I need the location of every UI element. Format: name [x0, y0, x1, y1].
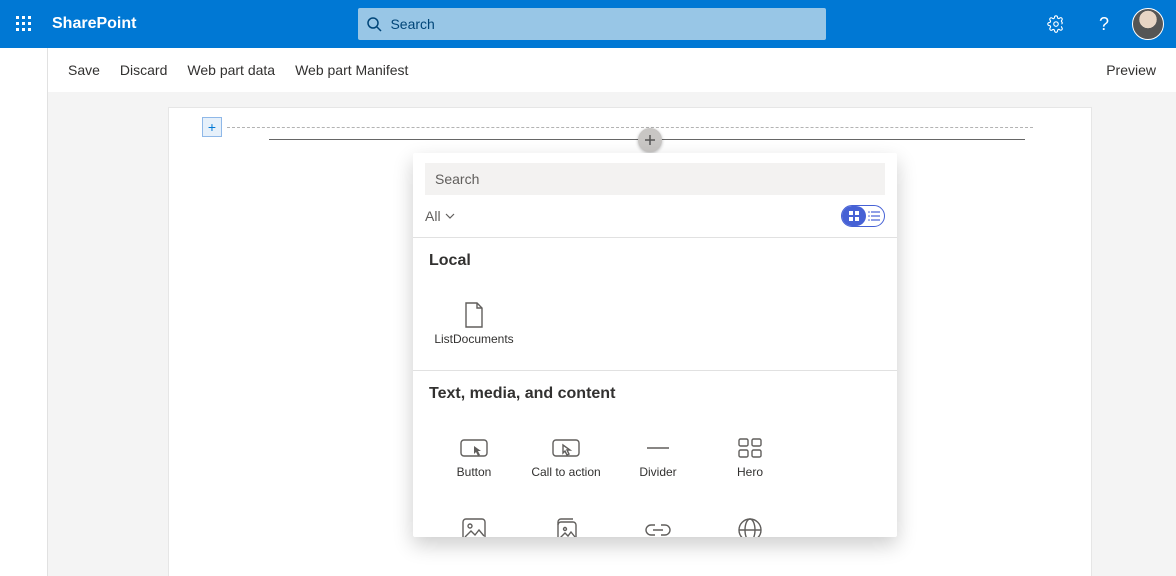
webpart-manifest-button[interactable]: Web part Manifest — [295, 62, 408, 78]
webpart-cta[interactable]: Call to action — [521, 415, 611, 495]
filter-label: All — [425, 208, 441, 224]
group-title: Text, media, and content — [429, 385, 881, 403]
toolbox-search-input[interactable] — [425, 163, 885, 195]
toolbox-filter-dropdown[interactable]: All — [425, 208, 455, 224]
canvas-area: + All Loca — [48, 92, 1176, 576]
grid-view-icon — [842, 206, 866, 226]
suite-search[interactable] — [358, 8, 826, 40]
toolbox-search — [425, 163, 885, 195]
link-icon — [644, 513, 672, 537]
avatar[interactable] — [1132, 8, 1164, 40]
webpart-button[interactable]: Button — [429, 415, 519, 495]
list-view-icon — [868, 209, 880, 227]
webpart-link[interactable]: Link — [613, 497, 703, 537]
suite-search-input[interactable] — [390, 16, 818, 32]
divider-icon — [645, 431, 671, 465]
webpart-listdocuments[interactable]: ListDocuments — [429, 282, 519, 362]
settings-icon[interactable] — [1032, 0, 1080, 48]
cta-icon — [551, 431, 581, 465]
command-bar: Save Discard Web part data Web part Mani… — [48, 48, 1176, 92]
gallery-icon — [553, 513, 579, 537]
chevron-down-icon — [445, 211, 455, 221]
globe-icon — [737, 513, 763, 537]
button-icon — [459, 431, 489, 465]
webpart-image[interactable]: Image — [429, 497, 519, 537]
webpart-divider[interactable]: Divider — [613, 415, 703, 495]
nav-rail — [0, 48, 48, 576]
help-icon[interactable]: ? — [1080, 0, 1128, 48]
webpart-gallery[interactable]: Image gallery — [521, 497, 611, 537]
webpart-markdown[interactable]: Markdown — [705, 497, 795, 537]
toolbox-group-local: Local ListDocuments — [413, 238, 897, 370]
app-launcher-icon[interactable] — [0, 0, 48, 48]
discard-button[interactable]: Discard — [120, 62, 167, 78]
view-toggle[interactable] — [841, 205, 885, 227]
webpart-toolbox: All Local ListDocuments — [413, 153, 897, 537]
preview-button[interactable]: Preview — [1106, 62, 1156, 78]
toolbox-scroll[interactable]: Local ListDocuments Text, media, and con… — [413, 237, 897, 537]
toolbox-group-textmedia: Text, media, and content Button Call to … — [413, 371, 897, 537]
suite-header: SharePoint ? — [0, 0, 1176, 48]
image-icon — [461, 513, 487, 537]
hero-icon — [737, 431, 763, 465]
add-section-button[interactable]: + — [202, 117, 222, 137]
save-button[interactable]: Save — [68, 62, 100, 78]
webpart-hero[interactable]: Hero — [705, 415, 795, 495]
page-icon — [462, 298, 486, 332]
app-name: SharePoint — [52, 15, 136, 33]
section-divider — [227, 127, 1033, 128]
webpart-data-button[interactable]: Web part data — [187, 62, 275, 78]
group-title: Local — [429, 252, 881, 270]
page-canvas: + All Loca — [168, 107, 1092, 576]
